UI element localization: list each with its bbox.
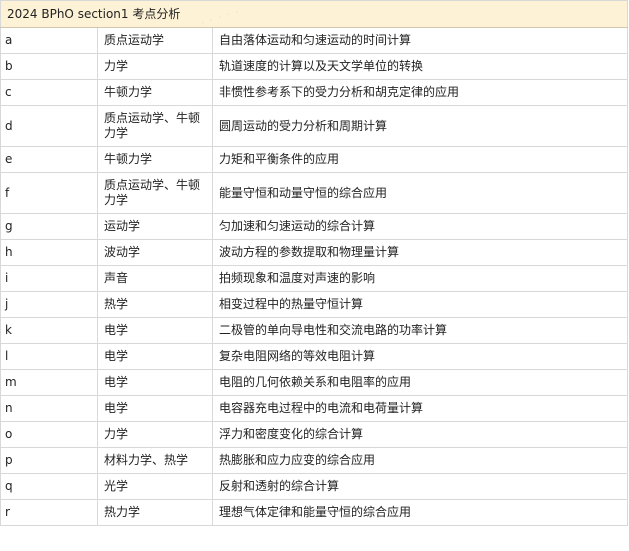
row-category-text: 力学 <box>104 59 129 73</box>
row-id-cell: l <box>0 343 98 370</box>
row-category-text: 运动学 <box>104 219 141 233</box>
row-id-cell: r <box>0 499 98 526</box>
row-description-cell: 自由落体运动和匀速运动的时间计算 <box>212 27 628 54</box>
row-id-cell: n <box>0 395 98 422</box>
row-category-text: 牛顿力学 <box>104 85 153 99</box>
row-id-cell: a <box>0 27 98 54</box>
row-category-text: 光学 <box>104 479 129 493</box>
row-description-cell: 非惯性参考系下的受力分析和胡克定律的应用 <box>212 79 628 106</box>
table-title: 2024 BPhO section1 考点分析 <box>0 0 628 28</box>
row-category-cell: 电学 <box>97 343 213 370</box>
row-category-cell: 电学 <box>97 317 213 344</box>
row-category-text: 电学 <box>104 323 129 337</box>
row-description-cell: 匀加速和匀速运动的综合计算 <box>212 213 628 240</box>
table-row: e 牛顿力学 力矩和平衡条件的应用 <box>0 146 628 173</box>
row-category-cell: 质点运动学、牛顿力学 <box>97 105 213 147</box>
row-description-cell: 电容器充电过程中的电流和电荷量计算 <box>212 395 628 422</box>
row-category-text: 热力学 <box>104 505 141 519</box>
row-description-cell: 复杂电阻网络的等效电阻计算 <box>212 343 628 370</box>
row-category-cell: 质点运动学 <box>97 27 213 54</box>
row-id-cell: d <box>0 105 98 147</box>
row-description-cell: 波动方程的参数提取和物理量计算 <box>212 239 628 266</box>
row-id-cell: c <box>0 79 98 106</box>
table-title-row: 2024 BPhO section1 考点分析 <box>0 0 628 28</box>
row-category-cell: 电学 <box>97 369 213 396</box>
row-category-cell: 波动学 <box>97 239 213 266</box>
table-row: q 光学 反射和透射的综合计算 <box>0 473 628 500</box>
row-id-cell: g <box>0 213 98 240</box>
table-row: a 质点运动学 自由落体运动和匀速运动的时间计算 <box>0 27 628 54</box>
row-category-text: 牛顿力学 <box>104 152 153 166</box>
row-category-text: 电学 <box>104 349 129 363</box>
row-id-cell: j <box>0 291 98 318</box>
row-description-cell: 相变过程中的热量守恒计算 <box>212 291 628 318</box>
row-category-cell: 力学 <box>97 53 213 80</box>
row-category-text: 材料力学、热学 <box>104 453 189 467</box>
table-row: r 热力学 理想气体定律和能量守恒的综合应用 <box>0 499 628 526</box>
row-category-cell: 声音 <box>97 265 213 292</box>
table-row: f 质点运动学、牛顿力学 能量守恒和动量守恒的综合应用 <box>0 172 628 214</box>
row-category-cell: 电学 <box>97 395 213 422</box>
row-category-text: 热学 <box>104 297 129 311</box>
table-row: o 力学 浮力和密度变化的综合计算 <box>0 421 628 448</box>
row-description-cell: 热膨胀和应力应变的综合应用 <box>212 447 628 474</box>
row-description-cell: 电阻的几何依赖关系和电阻率的应用 <box>212 369 628 396</box>
analysis-table: 2024 BPhO section1 考点分析 a 质点运动学 自由落体运动和匀速运… <box>0 0 628 526</box>
row-category-text: 波动学 <box>104 245 141 259</box>
row-id-cell: i <box>0 265 98 292</box>
row-id-cell: m <box>0 369 98 396</box>
table-row: d 质点运动学、牛顿力学 圆周运动的受力分析和周期计算 <box>0 105 628 147</box>
row-id-cell: k <box>0 317 98 344</box>
analysis-table-body: 2024 BPhO section1 考点分析 a 质点运动学 自由落体运动和匀速运… <box>0 0 628 526</box>
row-id-cell: q <box>0 473 98 500</box>
row-category-text: 声音 <box>104 271 129 285</box>
table-row: b 力学 轨道速度的计算以及天文学单位的转换 <box>0 53 628 80</box>
table-row: j 热学 相变过程中的热量守恒计算 <box>0 291 628 318</box>
table-row: g 运动学 匀加速和匀速运动的综合计算 <box>0 213 628 240</box>
row-description-cell: 二极管的单向导电性和交流电路的功率计算 <box>212 317 628 344</box>
row-category-cell: 热学 <box>97 291 213 318</box>
row-description-cell: 能量守恒和动量守恒的综合应用 <box>212 172 628 214</box>
row-category-text: 质点运动学、牛顿力学 <box>104 178 201 207</box>
row-description-cell: 轨道速度的计算以及天文学单位的转换 <box>212 53 628 80</box>
row-id-cell: e <box>0 146 98 173</box>
row-description-cell: 拍频现象和温度对声速的影响 <box>212 265 628 292</box>
table-row: h 波动学 波动方程的参数提取和物理量计算 <box>0 239 628 266</box>
row-description-cell: 理想气体定律和能量守恒的综合应用 <box>212 499 628 526</box>
row-category-cell: 牛顿力学 <box>97 146 213 173</box>
row-description-cell: 反射和透射的综合计算 <box>212 473 628 500</box>
row-category-text: 质点运动学、牛顿力学 <box>104 111 201 140</box>
table-row: i 声音 拍频现象和温度对声速的影响 <box>0 265 628 292</box>
row-category-cell: 牛顿力学 <box>97 79 213 106</box>
table-row: c 牛顿力学 非惯性参考系下的受力分析和胡克定律的应用 <box>0 79 628 106</box>
row-category-text: 电学 <box>104 401 129 415</box>
row-category-cell: 光学 <box>97 473 213 500</box>
table-row: n 电学 电容器充电过程中的电流和电荷量计算 <box>0 395 628 422</box>
table-row: p 材料力学、热学 热膨胀和应力应变的综合应用 <box>0 447 628 474</box>
row-id-cell: b <box>0 53 98 80</box>
row-category-cell: 运动学 <box>97 213 213 240</box>
row-category-cell: 材料力学、热学 <box>97 447 213 474</box>
row-description-cell: 浮力和密度变化的综合计算 <box>212 421 628 448</box>
row-id-cell: f <box>0 172 98 214</box>
table-row: k 电学 二极管的单向导电性和交流电路的功率计算 <box>0 317 628 344</box>
row-description-cell: 力矩和平衡条件的应用 <box>212 146 628 173</box>
row-category-text: 力学 <box>104 427 129 441</box>
row-category-cell: 力学 <box>97 421 213 448</box>
table-row: l 电学 复杂电阻网络的等效电阻计算 <box>0 343 628 370</box>
row-id-cell: o <box>0 421 98 448</box>
row-id-cell: h <box>0 239 98 266</box>
row-description-cell: 圆周运动的受力分析和周期计算 <box>212 105 628 147</box>
row-category-cell: 热力学 <box>97 499 213 526</box>
row-category-cell: 质点运动学、牛顿力学 <box>97 172 213 214</box>
row-id-cell: p <box>0 447 98 474</box>
table-row: m 电学 电阻的几何依赖关系和电阻率的应用 <box>0 369 628 396</box>
row-category-text: 质点运动学 <box>104 33 165 47</box>
row-category-text: 电学 <box>104 375 129 389</box>
